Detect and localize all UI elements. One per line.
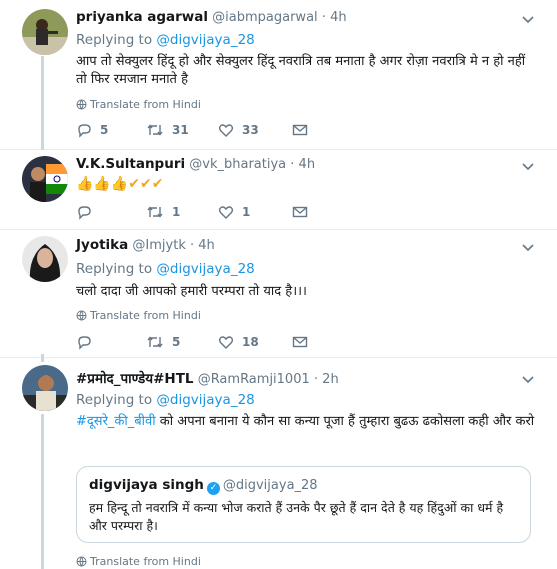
timestamp[interactable]: 2h [322,372,339,387]
quoted-user-handle[interactable]: @digvijaya_28 [223,478,318,493]
message-button[interactable] [292,122,308,142]
replying-to-link[interactable]: @digvijaya_28 [156,261,254,277]
user-handle[interactable]: @RamRamji1001 [198,372,310,387]
replying-to: Replying to @digvijaya_28 [76,261,255,277]
like-button[interactable]: 18 [218,334,259,354]
avatar[interactable] [22,9,68,55]
reply-button[interactable] [76,204,100,224]
envelope-icon [292,124,308,136]
avatar[interactable] [22,156,68,202]
like-count: 1 [242,205,251,219]
user-name[interactable]: #प्रमोद_पाण्डेय#HTL [76,371,194,387]
like-count: 33 [242,123,259,137]
retweet-icon [147,206,163,218]
reply-button[interactable] [76,334,100,354]
translate-link[interactable]: Translate from Hindi [76,555,201,568]
retweet-count: 31 [172,123,189,137]
globe-icon [76,556,87,567]
like-count: 18 [242,335,259,349]
replying-to-link[interactable]: @digvijaya_28 [156,392,254,408]
quoted-tweet[interactable]: digvijaya singh ✓ @digvijaya_28 हम हिन्दू … [76,466,531,543]
timestamp[interactable]: 4h [198,238,215,253]
separator-dot: · [321,10,326,25]
tweet[interactable]: #प्रमोद_पाण्डेय#HTL @RamRamji1001 · 2h R… [0,354,557,569]
heart-icon [218,336,234,349]
like-button[interactable]: 33 [218,122,259,142]
separator-dot: · [313,372,319,387]
retweet-button[interactable]: 5 [146,334,180,354]
avatar[interactable] [22,236,68,282]
message-button[interactable] [292,204,308,224]
tweet-text: आप तो सेक्युलर हिंदू हो और सेक्युलर हिंद… [76,54,526,87]
tweet[interactable]: priyanka agarwal @iabmpagarwal · 4h Repl… [0,0,557,150]
chevron-down-icon[interactable] [521,14,535,24]
heart-icon [218,206,234,219]
heart-icon [218,124,234,137]
translate-link[interactable]: Translate from Hindi [76,98,201,111]
thread-line [41,414,44,569]
tweet-header: Jyotika @Imjytk · 4h [76,237,215,257]
translate-label[interactable]: Translate from Hindi [90,309,201,322]
retweet-icon [147,124,163,136]
quoted-user-name[interactable]: digvijaya singh [89,477,204,493]
replying-to: Replying to @digvijaya_28 [76,32,255,48]
tweet[interactable]: V.K.Sultanpuri @vk_bharatiya · 4h 👍👍👍✔✔✔… [0,150,557,230]
thread-line [41,56,44,150]
tweet-header: priyanka agarwal @iabmpagarwal · 4h [76,9,347,29]
message-button[interactable] [292,334,308,354]
hashtag-link[interactable]: #दूसरे_की_बीवी [76,414,156,429]
envelope-icon [292,336,308,348]
tweet-actions: 5 18 [76,334,376,354]
tweet-text: 👍👍👍✔✔✔ [76,176,164,192]
quoted-tweet-header: digvijaya singh ✓ @digvijaya_28 [89,477,318,495]
translate-label[interactable]: Translate from Hindi [90,98,201,111]
retweet-icon [147,336,163,348]
replying-prefix: Replying to [76,261,153,277]
user-handle[interactable]: @iabmpagarwal [212,10,318,25]
retweet-count: 5 [172,335,181,349]
reply-icon [78,124,91,138]
retweet-count: 1 [172,205,181,219]
chevron-down-icon[interactable] [521,242,535,252]
user-name[interactable]: Jyotika [76,237,128,253]
tweet-header: #प्रमोद_पाण्डेय#HTL @RamRamji1001 · 2h [76,369,339,389]
replying-to: Replying to @digvijaya_28 [76,392,255,408]
verified-badge-icon: ✓ [206,482,220,495]
like-button[interactable]: 1 [218,204,250,224]
tweet-text-content: को अपना बनाना ये कौन सा कन्या पूजा हैं त… [155,414,535,429]
translate-link[interactable]: Translate from Hindi [76,309,201,322]
user-handle[interactable]: @vk_bharatiya [189,157,286,172]
replying-to-link[interactable]: @digvijaya_28 [156,32,254,48]
globe-icon [76,99,87,110]
tweet-actions: 1 1 [76,204,376,224]
replying-prefix: Replying to [76,392,153,408]
reply-icon [78,206,91,220]
thread-line [41,354,44,362]
timestamp[interactable]: 4h [299,157,316,172]
separator-dot: · [290,157,295,172]
globe-icon [76,310,87,321]
tweet[interactable]: Jyotika @Imjytk · 4h Replying to @digvij… [0,230,557,358]
quoted-tweet-text: हम हिन्दू तो नवरात्रि में कन्या भोज करात… [89,500,504,533]
tweet-header: V.K.Sultanpuri @vk_bharatiya · 4h [76,156,315,176]
tweet-text: चलो दादा जी आपको हमारी परम्परा तो याद है… [76,284,307,299]
reply-icon [78,336,91,350]
retweet-button[interactable]: 31 [146,122,189,142]
user-handle[interactable]: @Imjytk [132,238,185,253]
reply-button[interactable]: 5 [76,122,108,142]
translate-label[interactable]: Translate from Hindi [90,555,201,568]
chevron-down-icon[interactable] [521,161,535,171]
tweet-text: #दूसरे_की_बीवी को अपना बनाना ये कौन सा क… [76,413,538,431]
retweet-button[interactable]: 1 [146,204,180,224]
envelope-icon [292,206,308,218]
separator-dot: · [190,238,195,253]
avatar[interactable] [22,365,68,411]
tweet-actions: 5 31 33 [76,122,376,142]
user-name[interactable]: priyanka agarwal [76,9,208,25]
replying-prefix: Replying to [76,32,153,48]
timestamp[interactable]: 4h [330,10,347,25]
chevron-down-icon[interactable] [521,374,535,384]
reply-count: 5 [100,123,109,137]
user-name[interactable]: V.K.Sultanpuri [76,156,185,172]
